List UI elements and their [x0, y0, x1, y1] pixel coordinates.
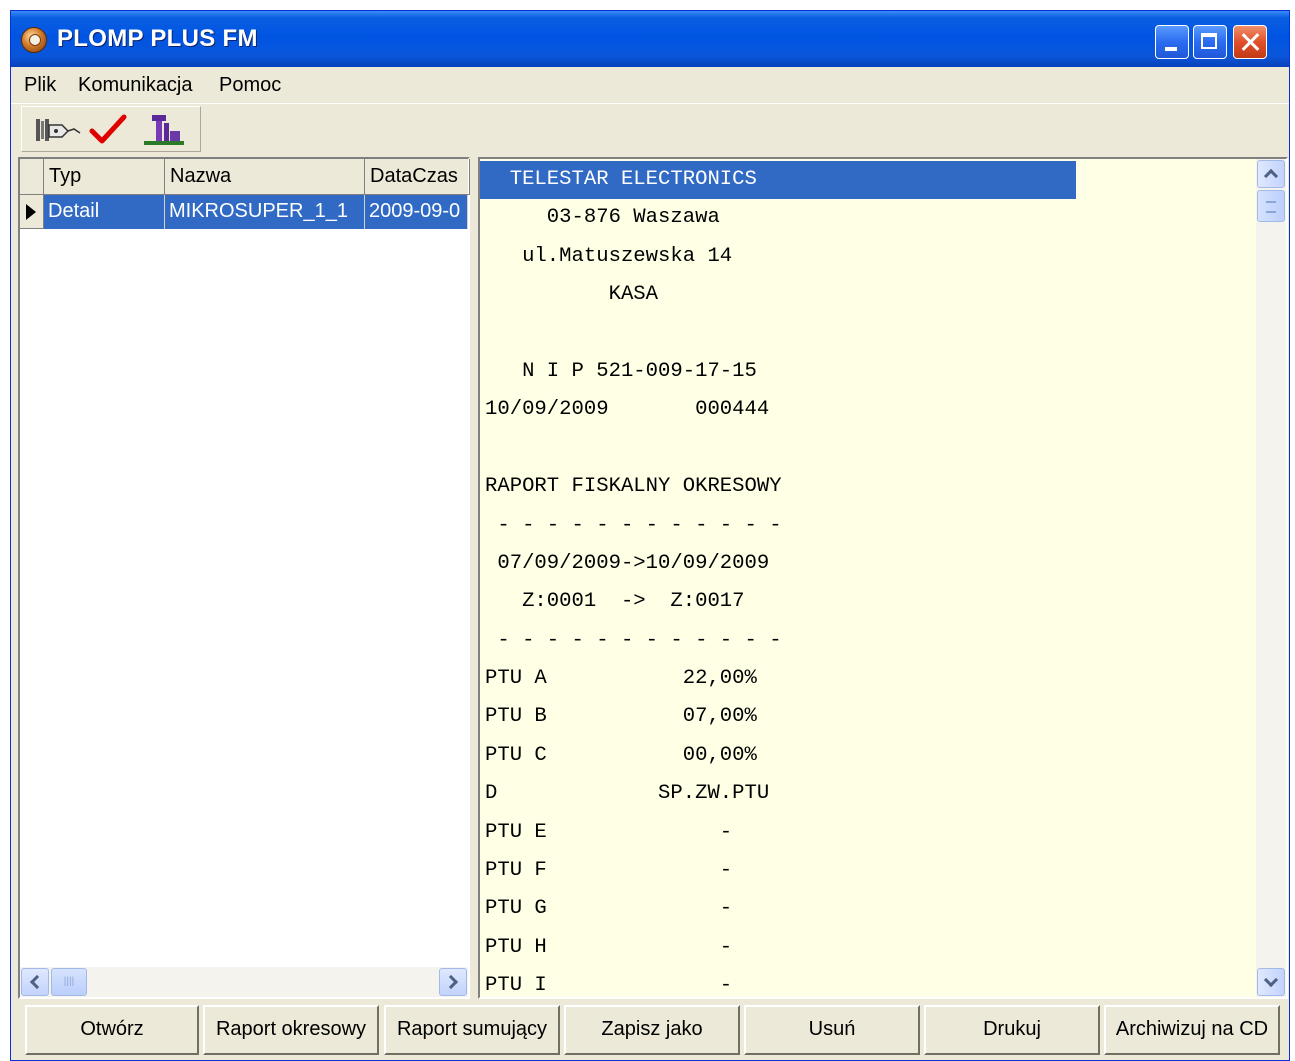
archive-cd-button[interactable]: Archiwizuj na CD — [1104, 1005, 1280, 1055]
indicator-header — [20, 159, 44, 195]
receipt-line[interactable]: PTU H - — [480, 929, 1256, 967]
column-header-dataczas[interactable]: DataCzas — [365, 159, 470, 195]
maximize-button[interactable] — [1193, 25, 1227, 59]
open-button[interactable]: Otwórz — [25, 1005, 199, 1055]
receipt-line[interactable] — [480, 315, 1256, 353]
scroll-up-button[interactable] — [1257, 160, 1285, 188]
scroll-left-button[interactable] — [21, 968, 49, 996]
receipt-line[interactable]: RAPORT FISKALNY OKRESOWY — [480, 468, 1256, 506]
horizontal-scrollbar[interactable]: |||| — [20, 967, 468, 997]
receipt-lines: TELESTAR ELECTRONICS 03-876 Waszawa ul.M… — [480, 161, 1256, 997]
receipt-line[interactable]: Z:0001 -> Z:0017 — [480, 583, 1256, 621]
cell-typ[interactable]: Detail — [44, 195, 165, 229]
title-bar[interactable]: PLOMP PLUS FM — [11, 11, 1289, 67]
receipt-line[interactable]: - - - - - - - - - - - - — [480, 622, 1256, 660]
receipt-line[interactable]: N I P 521-009-17-15 — [480, 353, 1256, 391]
menu-komunikacja[interactable]: Komunikacja — [78, 74, 193, 97]
menu-bar: Plik Komunikacja Pomoc — [11, 67, 1289, 103]
receipt-line[interactable]: 03-876 Waszawa — [480, 199, 1256, 237]
receipt-line[interactable]: PTU C 00,00% — [480, 737, 1256, 775]
button-bar: Otwórz Raport okresowy Raport sumujący Z… — [11, 1001, 1289, 1059]
column-header-typ[interactable]: Typ — [44, 159, 165, 195]
delete-button[interactable]: Usuń — [744, 1005, 920, 1055]
column-header-nazwa[interactable]: Nazwa — [165, 159, 365, 195]
receipt-line[interactable]: PTU A 22,00% — [480, 660, 1256, 698]
scroll-thumb-vertical[interactable] — [1257, 190, 1285, 222]
toolbar — [11, 103, 1289, 156]
connect-device-icon[interactable] — [34, 113, 84, 147]
receipt-line[interactable]: ul.Matuszewska 14 — [480, 238, 1256, 276]
cell-dataczas[interactable]: 2009-09-0 — [365, 195, 468, 229]
cell-nazwa[interactable]: MIKROSUPER_1_1 — [165, 195, 365, 229]
row-indicator-icon — [20, 195, 44, 229]
receipt-line[interactable]: 10/09/2009 000444 — [480, 391, 1256, 429]
vertical-scrollbar[interactable] — [1256, 159, 1286, 997]
receipt-line[interactable]: PTU F - — [480, 852, 1256, 890]
menu-pomoc[interactable]: Pomoc — [219, 74, 281, 97]
toolbar-group — [21, 106, 201, 152]
periodic-report-button[interactable]: Raport okresowy — [203, 1005, 379, 1055]
receipt-line[interactable]: PTU B 07,00% — [480, 698, 1256, 736]
file-list-grid[interactable]: Typ Nazwa DataCzas Detail MIKROSUPER_1_1… — [18, 157, 470, 999]
menu-plik[interactable]: Plik — [24, 74, 56, 97]
receipt-line[interactable]: 07/09/2009->10/09/2009 — [480, 545, 1256, 583]
table-row[interactable]: Detail MIKROSUPER_1_1 2009-09-0 — [20, 195, 468, 229]
window-title: PLOMP PLUS FM — [57, 25, 258, 52]
close-button[interactable] — [1233, 25, 1267, 59]
archive-icon[interactable] — [142, 113, 186, 147]
minimize-button[interactable] — [1155, 25, 1189, 59]
print-button[interactable]: Drukuj — [924, 1005, 1100, 1055]
receipt-line[interactable]: KASA — [480, 276, 1256, 314]
scroll-right-button[interactable] — [439, 968, 467, 996]
receipt-line[interactable]: - - - - - - - - - - - - — [480, 507, 1256, 545]
summary-report-button[interactable]: Raport sumujący — [384, 1005, 560, 1055]
receipt-line[interactable]: PTU G - — [480, 890, 1256, 928]
scroll-thumb[interactable]: |||| — [51, 968, 87, 996]
grid-header: Typ Nazwa DataCzas — [20, 159, 470, 195]
receipt-preview[interactable]: TELESTAR ELECTRONICS 03-876 Waszawa ul.M… — [478, 157, 1288, 999]
receipt-line[interactable] — [480, 430, 1256, 468]
main-window: PLOMP PLUS FM Plik Komunikacja Pomoc Typ… — [10, 10, 1290, 1061]
checkmark-icon[interactable] — [88, 113, 128, 147]
receipt-line[interactable]: TELESTAR ELECTRONICS — [480, 161, 1076, 200]
receipt-line[interactable]: D SP.ZW.PTU — [480, 775, 1256, 813]
receipt-line[interactable]: PTU E - — [480, 814, 1256, 852]
scroll-down-button[interactable] — [1257, 968, 1285, 996]
receipt-line[interactable]: PTU I - — [480, 967, 1256, 997]
app-icon[interactable] — [21, 27, 47, 53]
save-as-button[interactable]: Zapisz jako — [564, 1005, 740, 1055]
